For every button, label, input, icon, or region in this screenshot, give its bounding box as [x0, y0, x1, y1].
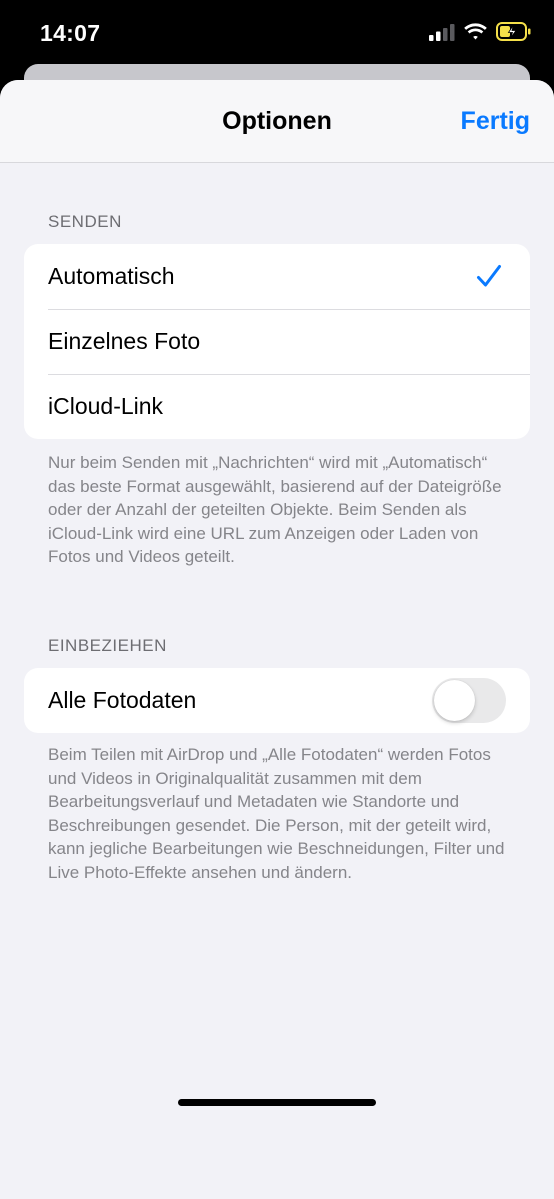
- options-sheet: Optionen Fertig SENDEN Automatisch Einze…: [0, 80, 554, 1199]
- wifi-icon: [464, 22, 487, 39]
- nav-bar: Optionen Fertig: [0, 80, 554, 163]
- status-bar: 14:07: [0, 0, 554, 66]
- send-section-footer: Nur beim Senden mit „Nachrichten“ wird m…: [48, 453, 502, 566]
- send-option-label: iCloud-Link: [48, 393, 164, 419]
- send-option-icloud-link[interactable]: iCloud-Link: [24, 374, 530, 439]
- toggle-knob: [434, 680, 475, 721]
- checkmark-icon: [477, 265, 501, 287]
- phone-screen: 14:07 Optionen Fertig SENDEN Automatisch…: [0, 0, 554, 1199]
- cellular-signal-icon: [429, 23, 455, 41]
- send-section-header: SENDEN: [48, 212, 122, 231]
- home-indicator[interactable]: [178, 1099, 376, 1106]
- all-photo-data-label: Alle Fotodaten: [48, 687, 197, 713]
- status-icons: [429, 22, 532, 41]
- send-option-automatic[interactable]: Automatisch: [24, 244, 530, 309]
- all-photo-data-row: Alle Fotodaten: [24, 668, 530, 733]
- status-time: 14:07: [40, 20, 101, 46]
- send-option-label: Automatisch: [48, 263, 175, 289]
- include-section-header: EINBEZIEHEN: [48, 636, 167, 655]
- send-options-group: Automatisch Einzelnes Foto iCloud-Link: [24, 244, 530, 439]
- include-options-group: Alle Fotodaten: [24, 668, 530, 733]
- all-photo-data-toggle[interactable]: [432, 678, 506, 723]
- send-option-label: Einzelnes Foto: [48, 328, 201, 354]
- battery-charging-icon: [496, 22, 531, 41]
- done-button[interactable]: Fertig: [461, 107, 530, 136]
- send-option-single-photo[interactable]: Einzelnes Foto: [24, 309, 530, 374]
- include-section-footer: Beim Teilen mit AirDrop und „Alle Fotoda…: [48, 745, 505, 882]
